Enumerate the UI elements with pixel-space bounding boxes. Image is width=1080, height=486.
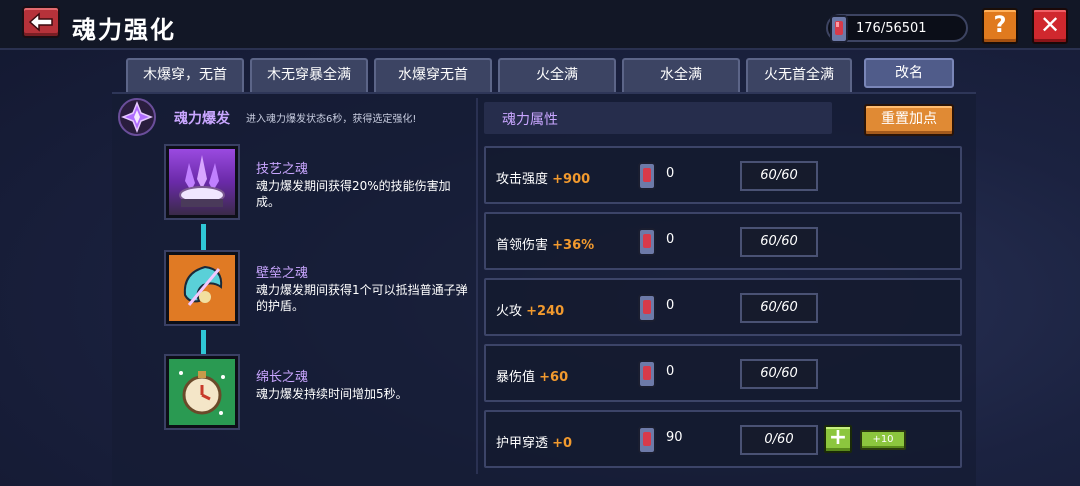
gem-count: 0 [666, 166, 675, 181]
soul-gem-icon [638, 426, 656, 454]
skill-name: 绵长之魂 [256, 370, 309, 385]
close-button[interactable]: ✕ [1032, 8, 1068, 44]
attribute-row: 护甲穿透 +0 90 0/60 + +10 [484, 410, 962, 468]
attribute-row: 暴伤值 +60 0 60/60 [484, 344, 962, 402]
soul-power-screen: 魂力强化 176/56501 ? ✕ 木爆穿，无首 木无穿暴全满 水爆穿无首 火… [0, 0, 1080, 486]
attributes-title: 魂力属性 [502, 112, 558, 128]
gem-count: 0 [666, 364, 675, 379]
burst-header: 魂力爆发 进入魂力爆发状态6秒，获得选定强化! [116, 96, 474, 140]
skill-name: 技艺之魂 [256, 162, 309, 177]
gem-count: 90 [666, 430, 683, 445]
attribute-name: 攻击强度 [496, 172, 549, 187]
skill-art-crystal-icon[interactable] [166, 146, 238, 218]
attribute-name: 护甲穿透 [496, 436, 549, 451]
attribute-name: 首领伤害 [496, 238, 549, 253]
attribute-bonus: +60 [539, 370, 569, 385]
soul-gem-icon [638, 228, 656, 256]
attribute-bonus: +240 [526, 304, 565, 319]
back-arrow-icon [28, 12, 53, 32]
currency-amount: 176/56501 [856, 21, 927, 36]
gem-count: 0 [666, 232, 675, 247]
add-point-button[interactable]: + [824, 425, 852, 453]
attribute-row: 首领伤害 +36% 0 60/60 [484, 212, 962, 270]
soul-gem-icon [638, 294, 656, 322]
gem-count: 0 [666, 298, 675, 313]
panel-divider [476, 98, 478, 474]
tab-preset-6[interactable]: 火无首全满 [746, 58, 852, 92]
attribute-name: 火攻 [496, 304, 523, 319]
skill-name: 壁垒之魂 [256, 266, 309, 281]
tab-preset-5[interactable]: 水全满 [622, 58, 740, 92]
add-ten-points-button[interactable]: +10 [860, 430, 906, 450]
tab-preset-1[interactable]: 木爆穿，无首 [126, 58, 244, 92]
attribute-level: 60/60 [740, 161, 818, 191]
attribute-level: 60/60 [740, 293, 818, 323]
soul-gem-icon [638, 360, 656, 388]
skill-description: 魂力爆发期间获得1个可以抵挡普通子弹的护盾。 [256, 283, 468, 313]
soul-gem-icon [638, 162, 656, 190]
attribute-name: 暴伤值 [496, 370, 536, 385]
reset-points-button[interactable]: 重置加点 [864, 104, 954, 136]
page-title: 魂力强化 [72, 16, 176, 44]
tab-preset-3[interactable]: 水爆穿无首 [374, 58, 492, 92]
skill-description: 魂力爆发持续时间增加5秒。 [256, 387, 408, 401]
burst-sigil-icon [118, 98, 156, 136]
attribute-bonus: +900 [552, 172, 591, 187]
attribute-row: 攻击强度 +900 0 60/60 [484, 146, 962, 204]
burst-description: 进入魂力爆发状态6秒，获得选定强化! [246, 114, 417, 125]
skill-description: 魂力爆发期间获得20%的技能伤害加成。 [256, 179, 451, 209]
tab-preset-4[interactable]: 火全满 [498, 58, 616, 92]
attribute-level: 0/60 [740, 425, 818, 455]
attribute-bonus: +0 [552, 436, 573, 451]
rename-button[interactable]: 改名 [864, 58, 954, 88]
attribute-level: 60/60 [740, 359, 818, 389]
back-button[interactable] [22, 6, 60, 38]
help-button[interactable]: ? [982, 8, 1018, 44]
preset-tabs: 木爆穿，无首 木无穿暴全满 水爆穿无首 火全满 水全满 火无首全满 [124, 58, 852, 92]
tab-preset-2[interactable]: 木无穿暴全满 [250, 58, 368, 92]
attributes-header: 魂力属性 [484, 102, 832, 134]
skill-connector [201, 330, 206, 356]
attribute-row: 火攻 +240 0 60/60 [484, 278, 962, 336]
skill-connector [201, 224, 206, 250]
soul-gem-icon [830, 15, 848, 43]
attribute-level: 60/60 [740, 227, 818, 257]
skill-bulwark-shield-icon[interactable] [166, 252, 238, 324]
skill-endurance-clock-icon[interactable] [166, 356, 238, 428]
soul-currency-display: 176/56501 [826, 14, 968, 43]
top-bar: 魂力强化 176/56501 ? ✕ [0, 0, 1080, 50]
burst-title: 魂力爆发 [174, 111, 230, 127]
attribute-bonus: +36% [552, 238, 595, 253]
